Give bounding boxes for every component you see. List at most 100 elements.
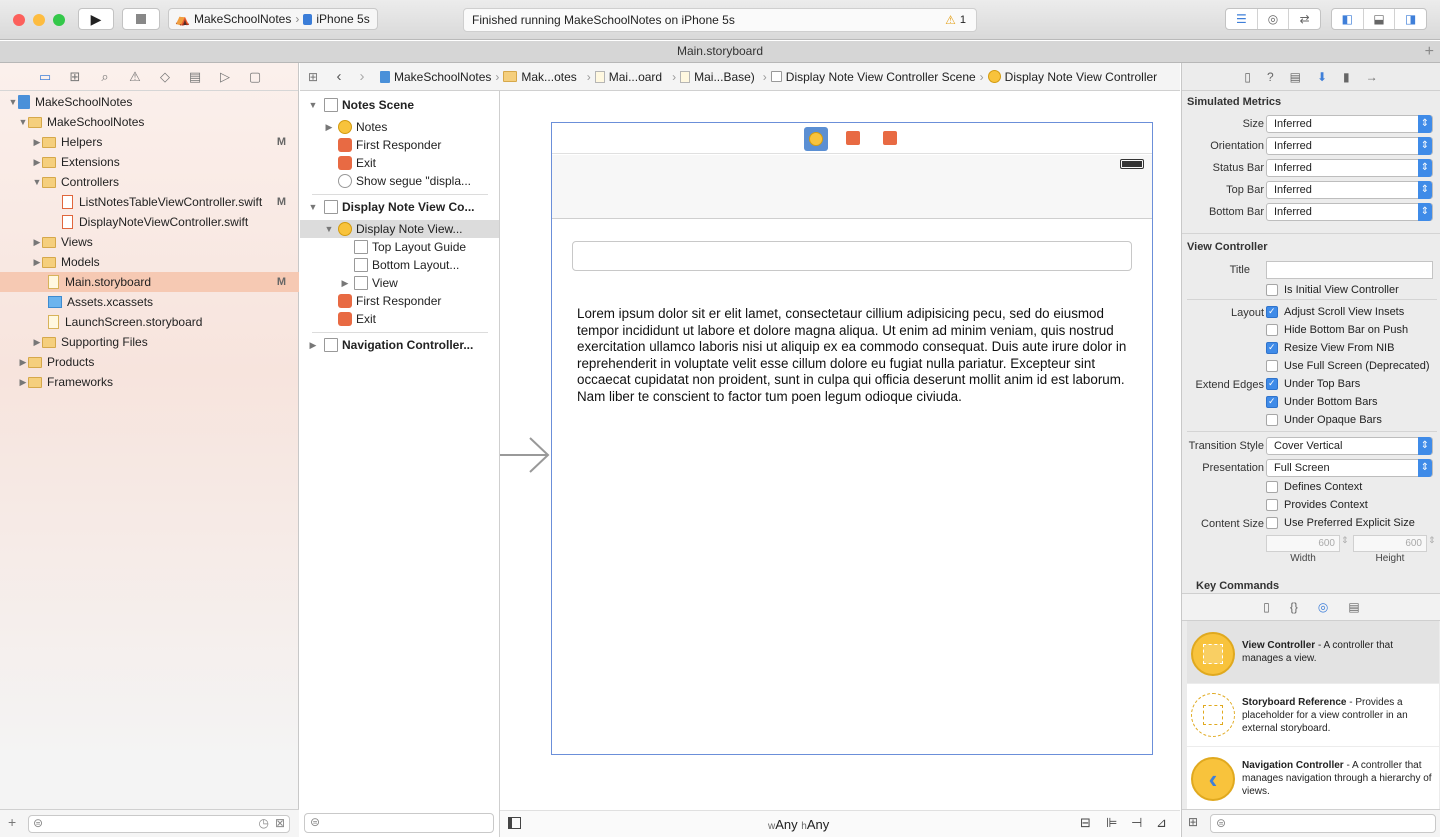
- list-item[interactable]: ▼ MakeSchoolNotes: [0, 112, 299, 132]
- list-item[interactable]: ▶ Views: [0, 232, 299, 252]
- hide-bottom-checkbox[interactable]: Hide Bottom Bar on Push: [1266, 324, 1408, 336]
- media-library-icon[interactable]: ▤: [1348, 600, 1359, 614]
- disclosure-closed-icon[interactable]: ▶: [32, 157, 42, 168]
- add-icon[interactable]: +: [8, 814, 16, 830]
- first-responder-dock-icon[interactable]: [846, 131, 860, 145]
- entry-point-arrow[interactable]: [500, 436, 552, 474]
- resize-nib-checkbox[interactable]: Resize View From NIB: [1266, 342, 1394, 354]
- size-inspector-icon[interactable]: ▮: [1343, 70, 1350, 84]
- list-item[interactable]: ▶ Helpers M: [0, 132, 299, 152]
- stack-icon[interactable]: ⊟: [1080, 815, 1091, 831]
- width-input[interactable]: 600: [1266, 535, 1340, 552]
- outline-item[interactable]: First Responder: [300, 292, 499, 310]
- breadcrumb-item[interactable]: Display Note View Controller Scene: [786, 70, 976, 84]
- outline-item[interactable]: Bottom Layout...: [300, 256, 499, 274]
- disclosure-closed-icon[interactable]: ▶: [32, 337, 42, 348]
- outline-item[interactable]: Exit: [300, 154, 499, 172]
- library-item-storyboard-reference[interactable]: Storyboard Reference - Provides a placeh…: [1187, 684, 1439, 746]
- presentation-popup[interactable]: Full Screen: [1266, 459, 1433, 477]
- disclosure-open-icon[interactable]: ▼: [32, 177, 42, 187]
- title-text-field[interactable]: [572, 241, 1132, 271]
- test-icon[interactable]: ◇: [156, 69, 174, 85]
- navigator-filter-input[interactable]: ⊜ ◷ ⊠: [28, 815, 290, 833]
- breadcrumb-item[interactable]: MakeSchoolNotes: [394, 70, 491, 84]
- list-item[interactable]: DisplayNoteViewController.swift: [0, 212, 299, 232]
- outline-scene[interactable]: ▼ Notes Scene: [300, 96, 499, 114]
- list-item[interactable]: ▼ MakeSchoolNotes: [0, 92, 299, 112]
- status-bar-popup[interactable]: Inferred: [1266, 159, 1433, 177]
- outline-item[interactable]: First Responder: [300, 136, 499, 154]
- list-item[interactable]: ▼ Controllers: [0, 172, 299, 192]
- view-controller-scene[interactable]: Lorem ipsum dolor sit er elit lamet, con…: [551, 122, 1153, 755]
- outline-toggle-icon[interactable]: [508, 817, 521, 829]
- related-items-icon[interactable]: ⊞: [300, 70, 326, 84]
- view-controller-dock-icon[interactable]: [804, 127, 828, 151]
- size-popup[interactable]: Inferred: [1266, 115, 1433, 133]
- outline-item[interactable]: ▶ Notes: [300, 118, 499, 136]
- zoom-window-button[interactable]: [53, 14, 65, 26]
- disclosure-open-icon[interactable]: ▼: [308, 100, 318, 110]
- warning-indicator[interactable]: ⚠ 1: [945, 13, 966, 27]
- identity-inspector-icon[interactable]: ▤: [1290, 70, 1301, 84]
- add-tab-icon[interactable]: +: [1425, 41, 1434, 62]
- list-item[interactable]: Assets.xcassets: [0, 292, 299, 312]
- resolve-icon[interactable]: ⊿: [1156, 815, 1167, 831]
- library-filter-input[interactable]: ⊜: [1210, 814, 1436, 833]
- code-snippet-icon[interactable]: {}: [1290, 600, 1298, 614]
- folder-icon[interactable]: ▭: [36, 69, 54, 85]
- warning-icon[interactable]: ⚠: [126, 69, 144, 85]
- breadcrumb-item[interactable]: Display Note View Controller: [1005, 70, 1158, 84]
- library-item-navigation-controller[interactable]: ‹ Navigation Controller - A controller t…: [1187, 747, 1439, 809]
- disclosure-closed-icon[interactable]: ▶: [32, 137, 42, 148]
- assistant-editor-icon[interactable]: ◎: [1258, 9, 1290, 29]
- object-library-icon[interactable]: ◎: [1318, 600, 1328, 614]
- attributes-inspector-icon[interactable]: ⬇: [1317, 70, 1327, 84]
- grid-view-icon[interactable]: ⊞: [1188, 815, 1198, 829]
- scheme-selector[interactable]: ⛺ MakeSchoolNotes › iPhone 5s: [168, 8, 378, 30]
- bottom-bar-popup[interactable]: Inferred: [1266, 203, 1433, 221]
- title-input[interactable]: [1266, 261, 1433, 279]
- tab-main-storyboard[interactable]: Main.storyboard: [677, 44, 763, 58]
- scm-filter-icon[interactable]: ⊠: [275, 816, 285, 830]
- orientation-popup[interactable]: Inferred: [1266, 137, 1433, 155]
- hierarchy-icon[interactable]: ⊞: [66, 69, 84, 85]
- outline-item[interactable]: Exit: [300, 310, 499, 328]
- breadcrumb-item[interactable]: Mai...Base): [694, 70, 755, 84]
- list-item-selected[interactable]: Main.storyboard M: [0, 272, 299, 292]
- right-panel-icon[interactable]: ◨: [1395, 9, 1426, 29]
- under-bottom-checkbox[interactable]: Under Bottom Bars: [1266, 396, 1378, 408]
- report-icon[interactable]: ▢: [246, 69, 264, 85]
- disclosure-closed-icon[interactable]: ▶: [18, 377, 28, 388]
- body-text-view[interactable]: Lorem ipsum dolor sit er elit lamet, con…: [577, 306, 1132, 406]
- disclosure-closed-icon[interactable]: ▶: [324, 122, 334, 133]
- height-stepper-icon[interactable]: ⇕: [1428, 535, 1436, 546]
- list-item[interactable]: ▶ Products: [0, 352, 299, 372]
- run-button[interactable]: ▶: [78, 8, 114, 30]
- disclosure-closed-icon[interactable]: ▶: [308, 340, 318, 351]
- disclosure-closed-icon[interactable]: ▶: [18, 357, 28, 368]
- outline-filter-input[interactable]: ⊜: [304, 813, 494, 833]
- bottom-panel-icon[interactable]: ⬓: [1364, 9, 1396, 29]
- connections-inspector-icon[interactable]: →: [1366, 70, 1378, 84]
- outline-item[interactable]: Show segue "displa...: [300, 172, 499, 190]
- preferred-size-checkbox[interactable]: Use Preferred Explicit Size: [1266, 517, 1415, 529]
- list-item[interactable]: ▶ Frameworks: [0, 372, 299, 392]
- disclosure-open-icon[interactable]: ▼: [324, 224, 334, 234]
- standard-editor-icon[interactable]: ☰: [1226, 9, 1258, 29]
- left-panel-icon[interactable]: ◧: [1332, 9, 1364, 29]
- list-item[interactable]: ▶ Extensions: [0, 152, 299, 172]
- list-item[interactable]: ▶ Models: [0, 252, 299, 272]
- exit-dock-icon[interactable]: [883, 131, 897, 145]
- disclosure-open-icon[interactable]: ▼: [308, 202, 318, 212]
- is-initial-checkbox[interactable]: Is Initial View Controller: [1266, 284, 1399, 296]
- size-class-control[interactable]: wAny hAny: [768, 817, 829, 832]
- stop-button[interactable]: [122, 8, 160, 30]
- top-bar-popup[interactable]: Inferred: [1266, 181, 1433, 199]
- breadcrumb-item[interactable]: Mai...oard: [609, 70, 662, 84]
- disclosure-closed-icon[interactable]: ▶: [340, 278, 350, 289]
- help-icon[interactable]: ?: [1267, 70, 1274, 84]
- library-item-view-controller[interactable]: View Controller - A controller that mana…: [1187, 621, 1439, 683]
- under-opaque-checkbox[interactable]: Under Opaque Bars: [1266, 414, 1382, 426]
- outline-item[interactable]: Top Layout Guide: [300, 238, 499, 256]
- debug-icon[interactable]: ▤: [186, 69, 204, 85]
